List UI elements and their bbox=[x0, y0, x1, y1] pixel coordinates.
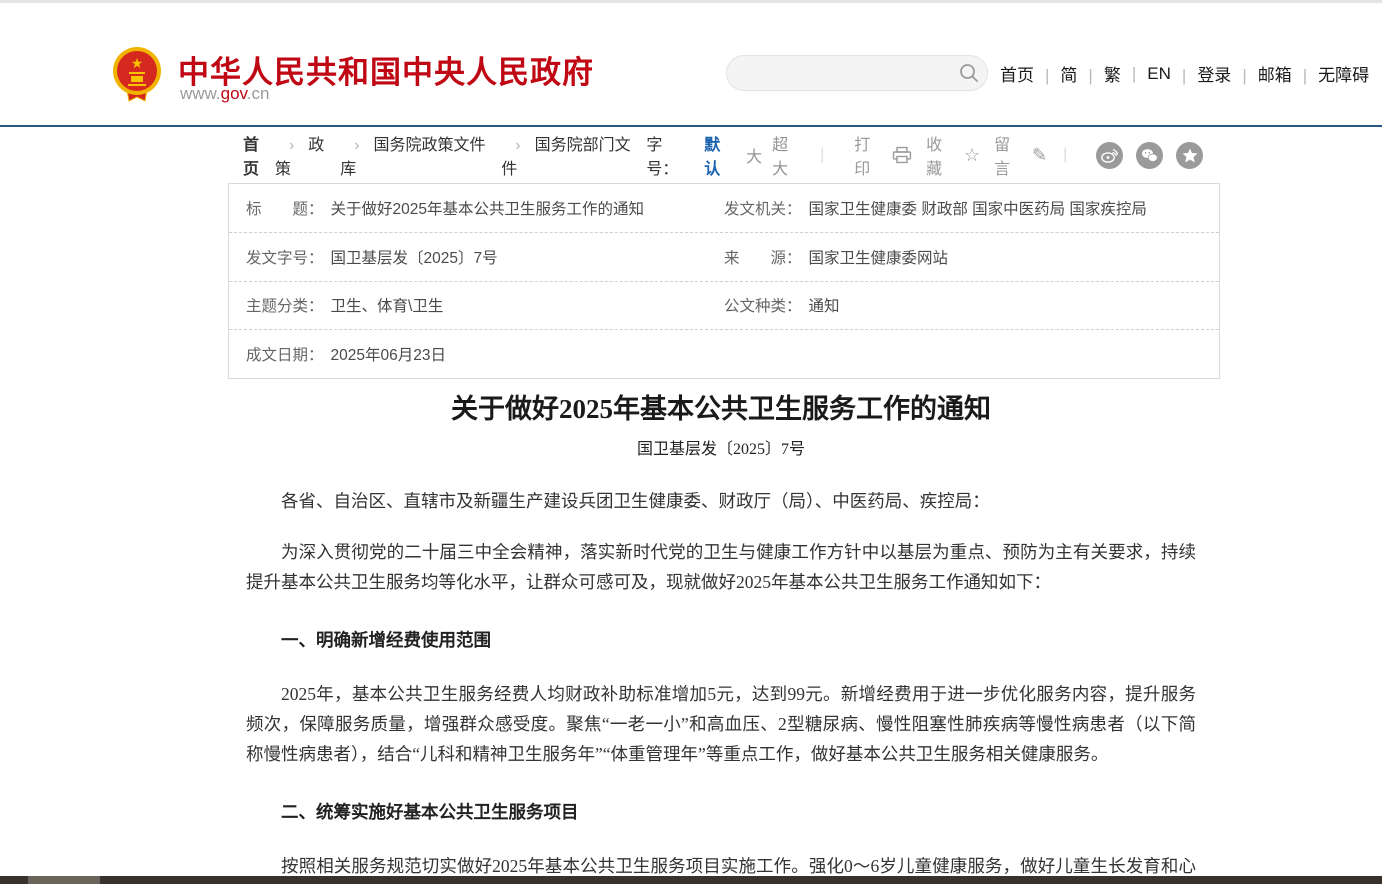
site-header: ★ 中华人民共和国中央人民政府 www.gov.cn 首页 简 繁 EN 登录 bbox=[0, 3, 1382, 125]
printer-icon bbox=[892, 146, 912, 164]
favorite-button[interactable]: 收藏 ☆ bbox=[926, 131, 980, 179]
qzone-icon bbox=[1182, 148, 1198, 163]
meta-category-value: 卫生、体育\卫生 bbox=[331, 294, 444, 316]
font-size-large[interactable]: 大 bbox=[746, 143, 762, 167]
meta-row-number: 发文字号： 国卫基层发〔2025〕7号 来 源： 国家卫生健康委网站 bbox=[229, 233, 1219, 282]
pencil-icon: ✎ bbox=[1032, 146, 1047, 164]
breadcrumb-department-documents[interactable]: 国务院部门文件 bbox=[501, 131, 646, 179]
document-number: 国卫基层发〔2025〕7号 bbox=[246, 435, 1196, 459]
meta-docnum-value: 国卫基层发〔2025〕7号 bbox=[331, 246, 498, 268]
paragraph-intro: 为深入贯彻党的二十届三中全会精神，落实新时代党的卫生与健康工作方针中以基层为重点… bbox=[246, 537, 1196, 597]
font-size-label: 字号： bbox=[646, 131, 694, 179]
breadcrumb-toolbar-row: 首页 政策 国务院政策文件库 国务院部门文件 字号： 默认 大 超大 | 打印 … bbox=[243, 141, 1203, 169]
meta-row-category: 主题分类： 卫生、体育\卫生 公文种类： 通知 bbox=[229, 282, 1219, 331]
font-size-xlarge[interactable]: 超大 bbox=[772, 131, 804, 179]
meta-row-title: 标 题： 关于做好2025年基本公共卫生服务工作的通知 发文机关： 国家卫生健康… bbox=[229, 184, 1219, 233]
print-label: 打印 bbox=[854, 131, 886, 179]
meta-date-label: 成文日期： bbox=[246, 343, 324, 365]
favorite-label: 收藏 bbox=[926, 131, 958, 179]
breadcrumb-home[interactable]: 首页 bbox=[243, 131, 275, 179]
comment-label: 留言 bbox=[994, 131, 1026, 179]
bottom-scrollbar-thumb[interactable] bbox=[28, 876, 100, 884]
document-title: 关于做好2025年基本公共卫生服务工作的通知 bbox=[246, 392, 1196, 426]
font-size-default[interactable]: 默认 bbox=[704, 131, 736, 179]
meta-title-label: 标 题： bbox=[246, 197, 324, 219]
national-emblem-icon: ★ bbox=[112, 46, 162, 104]
url-www: www. bbox=[180, 84, 221, 103]
top-navigation: 首页 简 繁 EN 登录 邮箱 无障碍 bbox=[1000, 61, 1369, 86]
meta-doctype-value: 通知 bbox=[809, 294, 840, 316]
meta-category-label: 主题分类： bbox=[246, 294, 324, 316]
search-icon bbox=[958, 62, 980, 84]
search-input[interactable] bbox=[727, 56, 951, 90]
nav-traditional[interactable]: 繁 bbox=[1077, 61, 1120, 86]
svg-text:★: ★ bbox=[131, 55, 144, 71]
breadcrumb-policy[interactable]: 政策 bbox=[275, 131, 340, 179]
print-button[interactable]: 打印 bbox=[854, 131, 912, 179]
share-qzone-button[interactable] bbox=[1176, 142, 1203, 169]
wechat-icon bbox=[1141, 148, 1158, 163]
bottom-footer-edge bbox=[0, 876, 1382, 884]
toolbar-separator: | bbox=[820, 146, 824, 164]
section-heading-1: 一、明确新增经费使用范围 bbox=[246, 625, 1196, 655]
page: ★ 中华人民共和国中央人民政府 www.gov.cn 首页 简 繁 EN 登录 bbox=[0, 0, 1382, 884]
breadcrumb: 首页 政策 国务院政策文件库 国务院部门文件 bbox=[243, 131, 646, 179]
meta-date-value: 2025年06月23日 bbox=[331, 343, 446, 365]
weibo-icon bbox=[1101, 148, 1118, 163]
meta-source-label: 来 源： bbox=[724, 246, 802, 268]
document-meta-table: 标 题： 关于做好2025年基本公共卫生服务工作的通知 发文机关： 国家卫生健康… bbox=[228, 183, 1220, 379]
meta-agency-value: 国家卫生健康委 财政部 国家中医药局 国家疾控局 bbox=[809, 197, 1147, 219]
toolbar-separator-2: | bbox=[1063, 146, 1067, 164]
header-divider-line bbox=[0, 125, 1382, 127]
site-url: www.gov.cn bbox=[180, 84, 269, 104]
nav-english[interactable]: EN bbox=[1121, 64, 1171, 84]
search-box bbox=[726, 55, 988, 91]
section-heading-2: 二、统筹实施好基本公共卫生服务项目 bbox=[246, 797, 1196, 827]
meta-title-value: 关于做好2025年基本公共卫生服务工作的通知 bbox=[331, 197, 644, 219]
article: 关于做好2025年基本公共卫生服务工作的通知 国卫基层发〔2025〕7号 各省、… bbox=[246, 392, 1196, 884]
nav-login[interactable]: 登录 bbox=[1171, 61, 1231, 86]
search-button[interactable] bbox=[951, 56, 987, 90]
nav-mailbox[interactable]: 邮箱 bbox=[1231, 61, 1291, 86]
meta-row-date: 成文日期： 2025年06月23日 bbox=[229, 330, 1219, 378]
paragraph-section-1: 2025年，基本公共卫生服务经费人均财政补助标准增加5元，达到99元。新增经费用… bbox=[246, 679, 1196, 769]
url-gov: gov bbox=[221, 84, 247, 103]
url-cn: .cn bbox=[247, 84, 270, 103]
comment-button[interactable]: 留言 ✎ bbox=[994, 131, 1047, 179]
share-wechat-button[interactable] bbox=[1136, 142, 1163, 169]
nav-accessibility[interactable]: 无障碍 bbox=[1292, 61, 1369, 86]
breadcrumb-policy-library[interactable]: 国务院政策文件库 bbox=[340, 131, 501, 179]
paragraph-recipients: 各省、自治区、直辖市及新疆生产建设兵团卫生健康委、财政厅（局）、中医药局、疾控局… bbox=[246, 486, 1196, 516]
meta-agency-label: 发文机关： bbox=[724, 197, 802, 219]
national-emblem-logo[interactable]: ★ bbox=[112, 46, 162, 104]
nav-simplified[interactable]: 简 bbox=[1034, 61, 1077, 86]
meta-source-value: 国家卫生健康委网站 bbox=[809, 246, 949, 268]
meta-doctype-label: 公文种类： bbox=[724, 294, 802, 316]
star-icon: ☆ bbox=[964, 146, 980, 164]
page-tools: 字号： 默认 大 超大 | 打印 收藏 ☆ 留言 ✎ | bbox=[646, 131, 1203, 179]
meta-docnum-label: 发文字号： bbox=[246, 246, 324, 268]
nav-home[interactable]: 首页 bbox=[1000, 61, 1034, 86]
article-body: 各省、自治区、直辖市及新疆生产建设兵团卫生健康委、财政厅（局）、中医药局、疾控局… bbox=[246, 486, 1196, 884]
share-weibo-button[interactable] bbox=[1096, 142, 1123, 169]
